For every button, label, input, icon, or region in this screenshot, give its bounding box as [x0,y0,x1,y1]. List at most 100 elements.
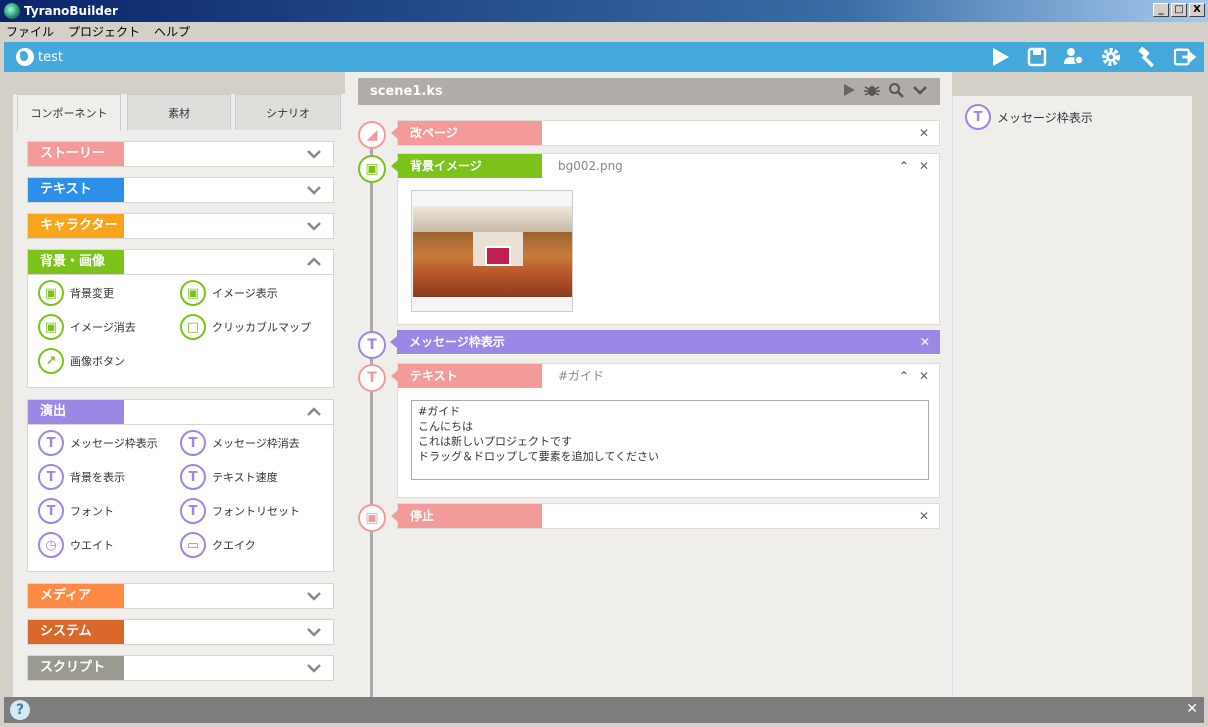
component-label: メッセージ枠消去 [212,437,300,450]
chevron-up-icon [307,407,321,416]
component-label: イメージ消去 [70,321,136,334]
category-media[interactable]: メディア [27,583,334,609]
maximize-button[interactable]: □ [1171,3,1187,17]
component-image-button[interactable]: ↗ 画像ボタン [38,348,125,374]
thumbnail-image [413,206,572,297]
close-icon[interactable]: ✕ [919,369,929,383]
menu-file[interactable]: ファイル [6,23,54,40]
component-label: 画像ボタン [70,355,125,368]
component-label: フォント [70,505,114,518]
search-icon[interactable] [888,82,904,98]
component-show-background[interactable]: T 背景を表示 [38,464,125,490]
component-label: ウエイト [70,539,114,552]
save-icon[interactable] [1026,46,1048,68]
collapse-icon[interactable]: ⌃ [899,369,909,383]
category-effect-items: T メッセージ枠表示 T メッセージ枠消去 T 背景を表示 T テキスト速度 T… [27,425,334,572]
page-break-icon: ◢ [358,121,386,149]
category-effect[interactable]: 演出 [27,399,334,425]
message-window-hide-icon: T [180,430,206,456]
export-icon[interactable] [1174,46,1196,68]
close-icon[interactable]: ✕ [920,335,930,349]
close-icon[interactable]: ✕ [1186,701,1198,717]
block-message-window[interactable]: メッセージ枠表示 ✕ [390,330,940,355]
selected-component-label: メッセージ枠表示 [997,110,1093,125]
component-font[interactable]: T フォント [38,498,114,524]
component-label: 背景変更 [70,287,114,300]
clickable-map-icon: □ [180,314,206,340]
message-window-show-icon: T [965,104,991,130]
text-content-field[interactable] [411,400,929,480]
users-icon[interactable] [1063,46,1085,68]
image-change-icon: ▣ [358,155,386,183]
block-background-image[interactable]: 背景イメージ bg002.png ⌃ ✕ [391,153,940,325]
component-clickable-map[interactable]: □ クリッカブルマップ [180,314,311,340]
tab-scenario[interactable]: シナリオ [235,94,341,130]
window-title: TyranoBuilder [24,4,118,18]
component-label: 背景を表示 [70,471,125,484]
play-icon[interactable] [989,46,1011,68]
project-indicator[interactable]: test [16,48,63,66]
globe-icon [16,48,34,66]
component-show-image[interactable]: ▣ イメージ表示 [180,280,278,306]
category-character[interactable]: キャラクター [27,213,334,239]
help-icon[interactable]: ? [10,700,30,720]
close-icon[interactable]: ✕ [919,126,929,140]
component-hide-image[interactable]: ▣ イメージ消去 [38,314,136,340]
tab-components[interactable]: コンポーネント [17,94,121,131]
chevron-up-icon [307,257,321,266]
chevron-down-icon[interactable] [912,82,928,98]
menu-bar: ファイル プロジェクト ヘルプ [0,22,1208,41]
close-icon[interactable]: ✕ [919,509,929,523]
scene-name: scene1.ks [370,84,443,99]
component-wait[interactable]: ◷ ウエイト [38,532,114,558]
image-show-icon: ▣ [180,280,206,306]
category-system[interactable]: システム [27,619,334,645]
category-background-image[interactable]: 背景・画像 [27,249,334,275]
settings-icon[interactable] [1100,46,1122,68]
component-quake[interactable]: ▭ クエイク [180,532,256,558]
category-script[interactable]: スクリプト [27,655,334,681]
block-text[interactable]: テキスト #ガイド ⌃ ✕ [391,363,940,498]
block-label: 背景イメージ [391,154,542,178]
chevron-down-icon [307,628,321,637]
category-label: 演出 [28,400,124,424]
chevron-down-icon [307,150,321,159]
component-font-reset[interactable]: T フォントリセット [180,498,300,524]
block-page-break[interactable]: 改ページ ✕ [391,120,940,146]
menu-help[interactable]: ヘルプ [154,23,190,40]
menu-project[interactable]: プロジェクト [68,23,140,40]
play-scene-icon[interactable] [842,82,856,98]
close-button[interactable]: X [1189,3,1205,17]
minimize-button[interactable]: _ [1153,3,1169,17]
chevron-down-icon [307,592,321,601]
block-param: #ガイド [558,369,605,383]
component-text-speed[interactable]: T テキスト速度 [180,464,278,490]
status-bar: ? ✕ [4,697,1204,723]
clock-icon: ◷ [38,532,64,558]
window-controls: _ □ X [1153,3,1205,17]
component-change-bg[interactable]: ▣ 背景変更 [38,280,114,306]
build-hammer-icon[interactable] [1137,46,1159,68]
component-hide-message-window[interactable]: T メッセージ枠消去 [180,430,300,456]
panel-tabs: コンポーネント 素材 シナリオ [13,94,346,131]
block-stop[interactable]: 停止 ✕ [391,503,940,529]
category-label: スクリプト [28,656,124,680]
bug-icon[interactable] [864,82,880,98]
category-story[interactable]: ストーリー [27,141,334,167]
scene-editor: scene1.ks ◢ 改ページ ✕ ▣ 背景イメージ bg002.png ⌃ ✕ [345,72,952,697]
category-text[interactable]: テキスト [27,177,334,203]
category-label: システム [28,620,124,644]
close-icon[interactable]: ✕ [919,159,929,173]
category-label: ストーリー [28,142,124,166]
text-icon: T [358,364,386,392]
collapse-icon[interactable]: ⌃ [899,159,909,173]
component-label: メッセージ枠表示 [70,437,158,450]
font-icon: T [38,498,64,524]
component-show-message-window[interactable]: T メッセージ枠表示 [38,430,158,456]
stop-icon: ▣ [358,504,386,532]
tab-assets[interactable]: 素材 [127,94,231,130]
scene-header: scene1.ks [358,78,940,105]
image-change-icon: ▣ [38,280,64,306]
image-thumbnail[interactable] [411,190,573,312]
selected-component[interactable]: T メッセージ枠表示 [965,104,1093,130]
